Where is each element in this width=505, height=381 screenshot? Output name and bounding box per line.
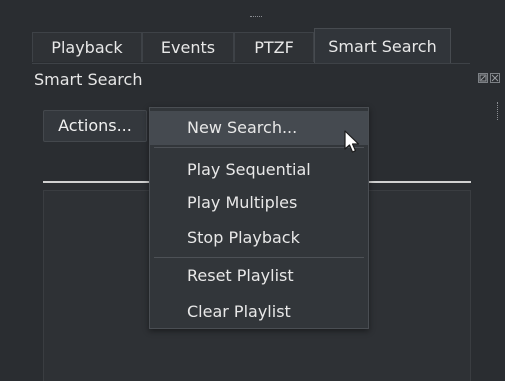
tab-smart-search[interactable]: Smart Search — [314, 28, 451, 64]
menu-item-stop-playback[interactable]: Stop Playback — [150, 221, 368, 255]
drag-handle-side[interactable] — [497, 102, 500, 120]
actions-button[interactable]: Actions... — [43, 110, 147, 142]
mouse-cursor-icon — [344, 130, 360, 153]
drag-handle-top[interactable] — [250, 16, 262, 20]
menu-item-new-search[interactable]: New Search... — [150, 111, 368, 145]
tab-events[interactable]: Events — [142, 32, 234, 62]
tab-bar: Playback Events PTZF Smart Search — [32, 28, 472, 64]
menu-item-play-sequential[interactable]: Play Sequential — [150, 153, 368, 187]
smart-search-window: Playback Events PTZF Smart Search Smart … — [0, 0, 505, 381]
tab-ptzf[interactable]: PTZF — [234, 32, 314, 62]
tab-divider — [32, 63, 470, 64]
panel-title: Smart Search — [34, 70, 143, 89]
float-icon[interactable] — [478, 73, 488, 83]
close-icon[interactable] — [490, 73, 500, 83]
content-header-line — [43, 181, 149, 183]
actions-menu: New Search... Play Sequential Play Multi… — [149, 107, 369, 329]
menu-item-reset-playlist[interactable]: Reset Playlist — [150, 259, 368, 293]
tab-playback[interactable]: Playback — [32, 32, 142, 62]
menu-separator — [154, 147, 364, 148]
menu-item-play-multiples[interactable]: Play Multiples — [150, 186, 368, 220]
menu-item-clear-playlist[interactable]: Clear Playlist — [150, 295, 368, 329]
menu-separator — [154, 257, 364, 258]
content-header-line — [369, 181, 471, 183]
